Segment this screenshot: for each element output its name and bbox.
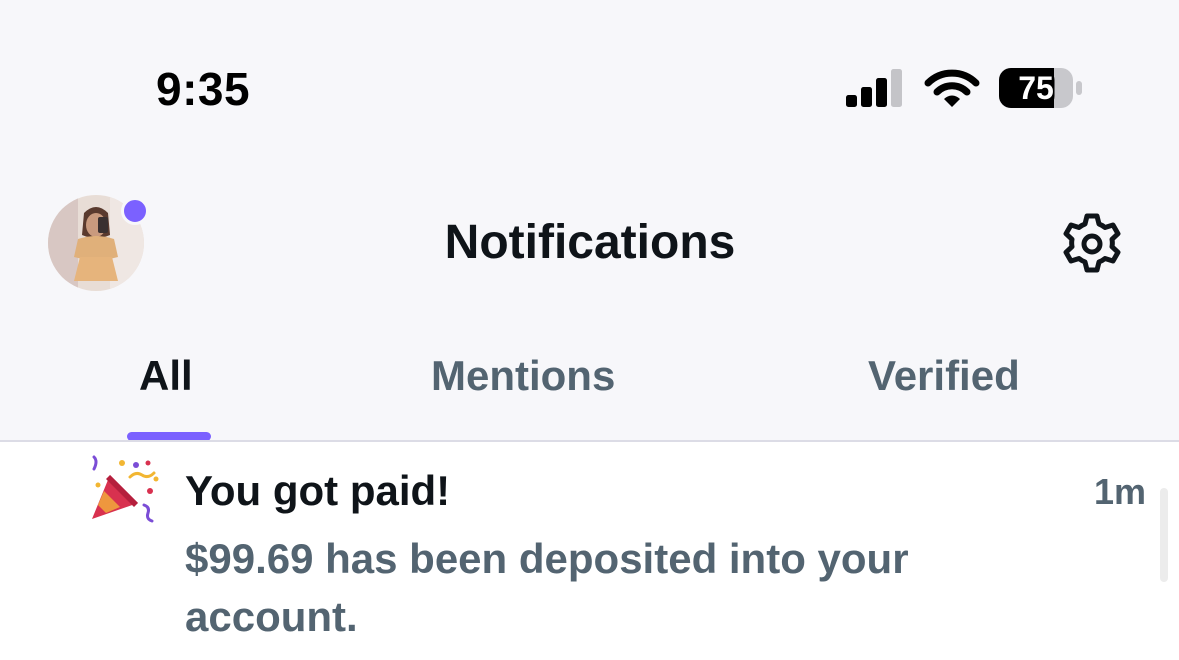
signal-icon: [846, 69, 902, 107]
tabs-divider: [0, 440, 1179, 442]
battery-level-text: 75: [1018, 70, 1054, 106]
notification-title[interactable]: You got paid!: [185, 464, 450, 518]
tab-verified[interactable]: Verified: [868, 350, 1020, 402]
gear-icon[interactable]: [1056, 208, 1128, 280]
notification-timestamp: 1m: [1094, 471, 1147, 512]
notification-body[interactable]: $99.69 has been deposited into your acco…: [185, 530, 1045, 646]
unread-indicator-dot: [121, 197, 149, 225]
wifi-icon: [924, 69, 980, 107]
status-time: 9:35: [156, 63, 251, 115]
page-title: Notifications: [444, 216, 736, 269]
scrollbar[interactable]: [1160, 488, 1168, 582]
party-popper-icon: [92, 455, 159, 523]
tab-mentions[interactable]: Mentions: [431, 350, 615, 402]
tab-all[interactable]: All: [139, 350, 193, 402]
